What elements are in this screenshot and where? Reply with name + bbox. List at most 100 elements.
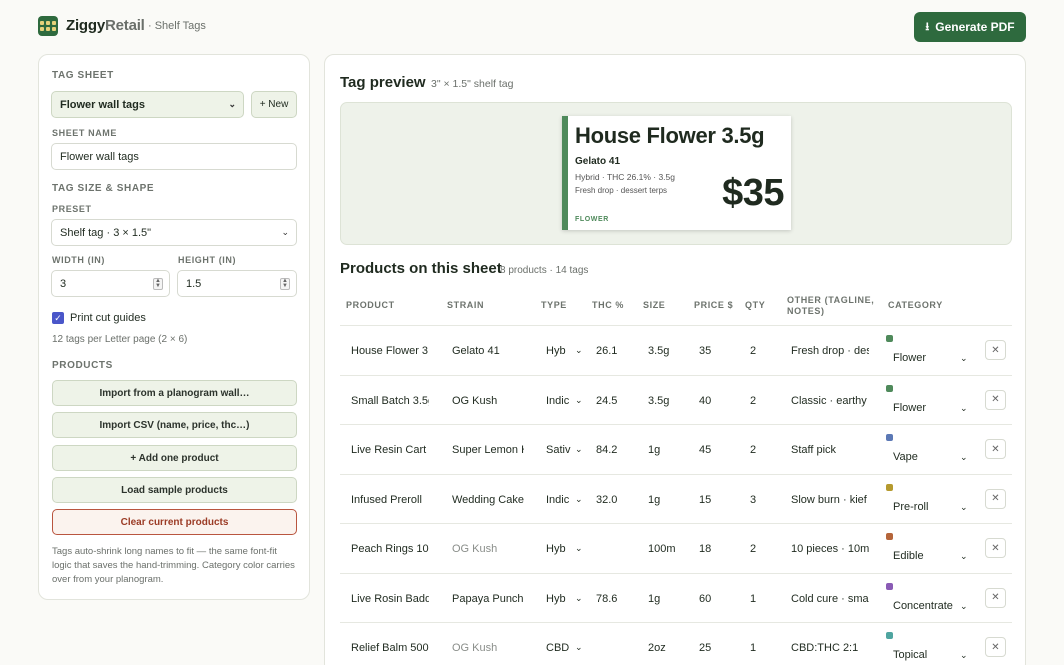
- type-select[interactable]: CBD ⌄: [546, 642, 586, 654]
- product-cell[interactable]: Live Resin Cart 1: [351, 444, 429, 456]
- chevron-down-icon: ⌄: [228, 99, 236, 109]
- cut-guides-row[interactable]: ✓ Print cut guides: [52, 312, 146, 324]
- qty-cell[interactable]: 1: [750, 593, 770, 605]
- strain-cell[interactable]: Wedding Cake: [452, 494, 524, 506]
- other-cell[interactable]: 10 pieces · 10mg: [791, 543, 869, 555]
- generate-pdf-button[interactable]: ⭳ Generate PDF: [914, 12, 1026, 42]
- product-cell[interactable]: Live Rosin Badde: [351, 593, 429, 605]
- tag-sheet-select[interactable]: Flower wall tags ⌄: [51, 91, 244, 118]
- strain-cell[interactable]: Super Lemon H: [452, 444, 524, 456]
- strain-cell[interactable]: Gelato 41: [452, 345, 524, 357]
- type-select[interactable]: Hyb ⌄: [546, 345, 586, 357]
- type-value: Sativ: [546, 444, 571, 456]
- thc-cell[interactable]: 78.6: [596, 593, 636, 605]
- qty-cell[interactable]: 2: [750, 395, 770, 407]
- remove-row-button[interactable]: ✕: [985, 439, 1006, 459]
- price-cell[interactable]: 35: [699, 345, 729, 357]
- size-cell[interactable]: 1g: [648, 444, 676, 456]
- size-cell[interactable]: 1g: [648, 494, 676, 506]
- new-sheet-button[interactable]: + New: [251, 91, 297, 118]
- clear-products-button[interactable]: Clear current products: [52, 509, 297, 535]
- strain-cell[interactable]: OG Kush: [452, 395, 524, 407]
- qty-cell[interactable]: 3: [750, 494, 770, 506]
- price-cell[interactable]: 60: [699, 593, 729, 605]
- tag-sheet-section-label: TAG SHEET: [52, 70, 114, 81]
- height-input[interactable]: 1.5 ▲ ▼: [177, 270, 297, 297]
- add-product-button[interactable]: + Add one product: [52, 445, 297, 471]
- cut-guides-checkbox[interactable]: ✓: [52, 312, 64, 324]
- other-cell[interactable]: Staff pick: [791, 444, 869, 456]
- category-select[interactable]: Flower ⌄: [886, 384, 974, 425]
- width-input[interactable]: 3 ▲ ▼: [51, 270, 170, 297]
- preset-select[interactable]: Shelf tag · 3 × 1.5" ⌄: [51, 219, 297, 246]
- product-cell[interactable]: Relief Balm 500r: [351, 642, 429, 654]
- col-other-line2: NOTES): [787, 306, 825, 316]
- category-select[interactable]: Edible ⌄: [886, 533, 974, 573]
- import-planogram-button[interactable]: Import from a planogram wall…: [52, 380, 297, 406]
- qty-cell[interactable]: 1: [750, 642, 770, 654]
- thc-cell[interactable]: 24.5: [596, 395, 636, 407]
- height-stepper[interactable]: ▲ ▼: [280, 278, 290, 290]
- product-cell[interactable]: House Flower 3.: [351, 345, 429, 357]
- product-cell[interactable]: Infused Preroll: [351, 494, 429, 506]
- thc-cell[interactable]: 84.2: [596, 444, 636, 456]
- product-cell[interactable]: Peach Rings 100: [351, 543, 429, 555]
- price-cell[interactable]: 15: [699, 494, 729, 506]
- qty-cell[interactable]: 2: [750, 543, 770, 555]
- import-csv-button[interactable]: Import CSV (name, price, thc…): [52, 412, 297, 438]
- size-cell[interactable]: 3.5g: [648, 395, 676, 407]
- type-select[interactable]: Hyb ⌄: [546, 593, 586, 605]
- chevron-down-icon: ⌄: [575, 543, 583, 553]
- remove-row-button[interactable]: ✕: [985, 340, 1006, 360]
- type-value: Hyb: [546, 543, 566, 555]
- thc-cell[interactable]: 26.1: [596, 345, 636, 357]
- category-select[interactable]: Vape ⌄: [886, 434, 974, 474]
- size-cell[interactable]: 3.5g: [648, 345, 676, 357]
- chevron-down-icon: ⌄: [575, 394, 583, 405]
- tag-strain: Gelato 41: [575, 156, 621, 167]
- other-cell[interactable]: Cold cure · small: [791, 593, 869, 605]
- chevron-down-icon: ⌄: [960, 353, 968, 363]
- qty-cell[interactable]: 2: [750, 345, 770, 357]
- other-cell[interactable]: CBD:THC 2:1: [791, 642, 869, 654]
- category-value: Edible: [893, 550, 924, 562]
- remove-row-button[interactable]: ✕: [985, 538, 1006, 558]
- size-cell[interactable]: 100mg: [648, 543, 676, 555]
- price-cell[interactable]: 40: [699, 395, 729, 407]
- size-cell[interactable]: 1g: [648, 593, 676, 605]
- product-cell[interactable]: Small Batch 3.5g: [351, 395, 429, 407]
- other-cell[interactable]: Fresh drop · dess: [791, 345, 869, 357]
- category-select[interactable]: Topical ⌄: [886, 632, 974, 665]
- remove-row-button[interactable]: ✕: [985, 637, 1006, 657]
- tags-per-page-hint: 12 tags per Letter page (2 × 6): [52, 334, 188, 345]
- other-cell[interactable]: Slow burn · kief c: [791, 494, 869, 506]
- price-cell[interactable]: 45: [699, 444, 729, 456]
- type-select[interactable]: Indic ⌄: [546, 395, 586, 407]
- category-select[interactable]: Concentrate ⌄: [886, 582, 974, 623]
- app-brand: ZiggyRetail: [66, 17, 145, 34]
- strain-cell[interactable]: Papaya Punch: [452, 593, 524, 605]
- qty-cell[interactable]: 2: [750, 444, 770, 456]
- category-select[interactable]: Flower ⌄: [886, 335, 974, 375]
- category-color-swatch: [886, 582, 893, 590]
- load-samples-button[interactable]: Load sample products: [52, 477, 297, 503]
- price-cell[interactable]: 25: [699, 642, 729, 654]
- width-stepper[interactable]: ▲ ▼: [153, 278, 163, 290]
- type-select[interactable]: Sativ ⌄: [546, 444, 586, 456]
- price-cell[interactable]: 18: [699, 543, 729, 555]
- remove-row-button[interactable]: ✕: [985, 389, 1006, 410]
- type-select[interactable]: Hyb ⌄: [546, 543, 586, 555]
- size-cell[interactable]: 2oz: [648, 642, 676, 654]
- col-type: TYPE: [541, 300, 567, 310]
- thc-cell[interactable]: 32.0: [596, 494, 636, 506]
- type-select[interactable]: Indic ⌄: [546, 494, 586, 506]
- category-select[interactable]: Pre-roll ⌄: [886, 483, 974, 524]
- remove-row-button[interactable]: ✕: [985, 587, 1006, 608]
- tag-price: $35: [722, 172, 784, 214]
- strain-cell[interactable]: OG Kush: [452, 642, 524, 654]
- sheet-name-input[interactable]: Flower wall tags: [51, 143, 297, 170]
- remove-row-button[interactable]: ✕: [985, 488, 1006, 509]
- col-other-line1: OTHER (TAGLINE,: [787, 295, 875, 305]
- other-cell[interactable]: Classic · earthy &: [791, 395, 869, 407]
- strain-cell[interactable]: OG Kush: [452, 543, 524, 555]
